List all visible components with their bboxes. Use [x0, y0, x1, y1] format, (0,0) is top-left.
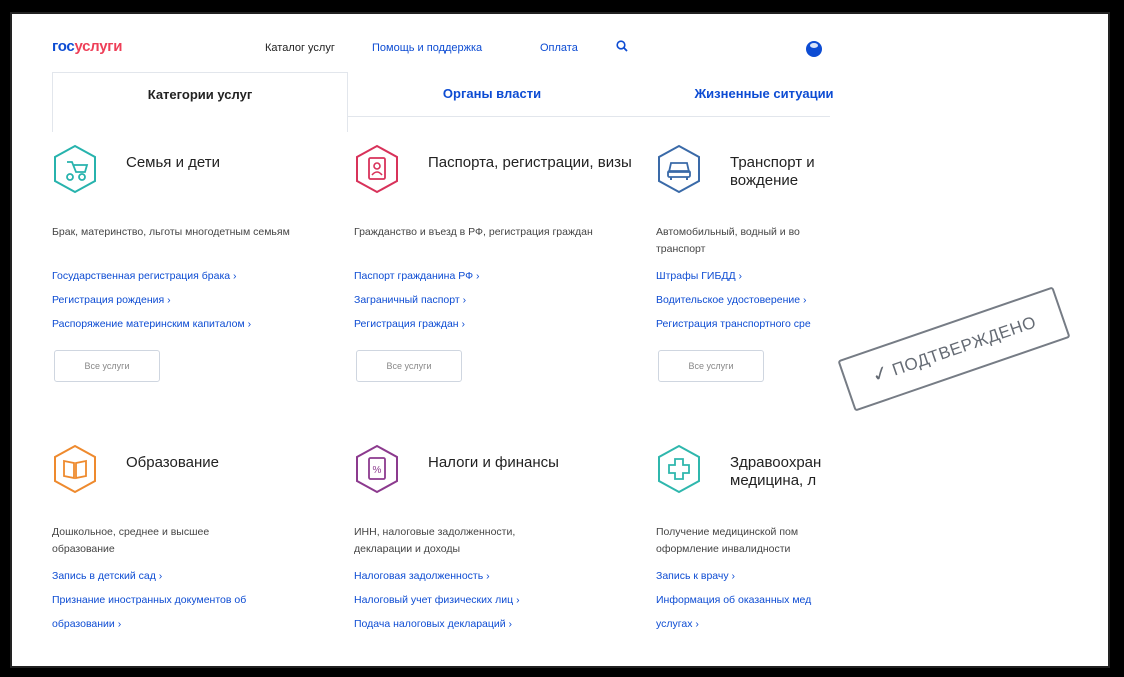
all-services-button[interactable]: Все услуги — [54, 350, 160, 382]
service-link[interactable]: Признание иностранных документов об — [52, 588, 342, 612]
category-title[interactable]: Семья и дети — [126, 154, 336, 172]
service-link[interactable]: Запись в детский сад › — [52, 564, 342, 588]
category-description: Гражданство и въезд в РФ, регистрация гр… — [354, 226, 593, 238]
category-links: Запись к врачу › Информация об оказанных… — [656, 564, 830, 636]
search-icon[interactable] — [616, 40, 628, 52]
nav-catalog-link[interactable]: Каталог услуг — [265, 42, 335, 54]
category-education: Образование Дошкольное, среднее и высшее… — [52, 444, 342, 668]
browser-viewport: госуслуги Каталог услуг Помощь и поддерж… — [10, 12, 1110, 668]
category-title[interactable]: Налоги и финансы — [428, 454, 638, 472]
category-title[interactable]: Транспорт и вождение — [730, 154, 830, 190]
service-link[interactable]: Налоговая задолженность › — [354, 564, 644, 588]
service-link[interactable]: Информация об оказанных мед — [656, 588, 830, 612]
tax-document-icon[interactable]: % — [354, 444, 400, 494]
stroller-icon[interactable] — [52, 144, 98, 194]
gosuslugi-logo[interactable]: госуслуги — [52, 38, 122, 55]
nav-help-link[interactable]: Помощь и поддержка — [372, 42, 482, 54]
svg-text:%: % — [373, 465, 382, 476]
category-transport: Транспорт и вождение Автомобильный, водн… — [656, 144, 830, 404]
category-health: Здравоохран медицина, л Получение медици… — [656, 444, 830, 668]
category-title[interactable]: Образование — [126, 454, 336, 472]
category-description: ИНН, налоговые задолженности, декларации… — [354, 526, 516, 555]
category-title[interactable]: Паспорта, регистрации, визы — [428, 154, 638, 172]
tab-life-situations[interactable]: Жизненные ситуации — [664, 72, 864, 116]
service-link[interactable]: Водительское удостоверение › — [656, 288, 830, 312]
service-link[interactable]: Запись к врачу › — [656, 564, 830, 588]
nav-payment-link[interactable]: Оплата — [540, 42, 578, 54]
catalog-tabs: Категории услуг Органы власти Жизненные … — [52, 72, 834, 132]
category-description: Получение медицинской пом оформление инв… — [656, 526, 799, 555]
tab-authorities[interactable]: Органы власти — [382, 72, 602, 116]
category-family: Семья и дети Брак, материнство, льготы м… — [52, 144, 342, 404]
service-link[interactable]: образовании › — [52, 612, 342, 636]
service-link[interactable]: Штрафы ГИБДД › — [656, 264, 830, 288]
service-link[interactable]: Паспорт гражданина РФ › — [354, 264, 644, 288]
all-services-button[interactable]: Все услуги — [356, 350, 462, 382]
medical-cross-icon[interactable] — [656, 444, 702, 494]
service-link[interactable]: Регистрация рождения › — [52, 288, 342, 312]
categories-grid: Семья и дети Брак, материнство, льготы м… — [52, 144, 830, 668]
tab-categories[interactable]: Категории услуг — [52, 72, 348, 132]
book-icon[interactable] — [52, 444, 98, 494]
service-link[interactable]: Подача налоговых деклараций › — [354, 612, 644, 636]
site-header: госуслуги Каталог услуг Помощь и поддерж… — [10, 12, 1110, 72]
category-links: Государственная регистрация брака › Реги… — [52, 264, 342, 336]
category-links: Паспорт гражданина РФ › Заграничный пасп… — [354, 264, 644, 336]
service-link[interactable]: Государственная регистрация брака › — [52, 264, 342, 288]
passport-icon[interactable] — [354, 144, 400, 194]
category-description: Автомобильный, водный и во транспорт — [656, 226, 800, 255]
service-link[interactable]: Заграничный паспорт › — [354, 288, 644, 312]
service-link[interactable]: Регистрация граждан › — [354, 312, 644, 336]
confirmed-stamp: ✓ПОДТВЕРЖДЕНО — [837, 286, 1071, 412]
category-description: Брак, материнство, льготы многодетным се… — [52, 226, 290, 238]
category-title[interactable]: Здравоохран медицина, л — [730, 454, 830, 490]
car-icon[interactable] — [656, 144, 702, 194]
category-passports: Паспорта, регистрации, визы Гражданство … — [354, 144, 644, 404]
category-description: Дошкольное, среднее и высшее образование — [52, 526, 210, 555]
service-link[interactable]: Налоговый учет физических лиц › — [354, 588, 644, 612]
category-links: Штрафы ГИБДД › Водительское удостоверени… — [656, 264, 830, 336]
service-link[interactable]: Распоряжение материнским капиталом › — [52, 312, 342, 336]
checkmark-icon: ✓ — [869, 360, 893, 388]
user-avatar-icon[interactable] — [806, 41, 822, 57]
category-links: Налоговая задолженность › Налоговый учет… — [354, 564, 644, 636]
category-taxes: % Налоги и финансы ИНН, налоговые задолж… — [354, 444, 644, 668]
service-link[interactable]: Регистрация транспортного сре — [656, 312, 830, 336]
all-services-button[interactable]: Все услуги — [658, 350, 764, 382]
service-link[interactable]: услугах › — [656, 612, 830, 636]
category-links: Запись в детский сад › Признание иностра… — [52, 564, 342, 636]
